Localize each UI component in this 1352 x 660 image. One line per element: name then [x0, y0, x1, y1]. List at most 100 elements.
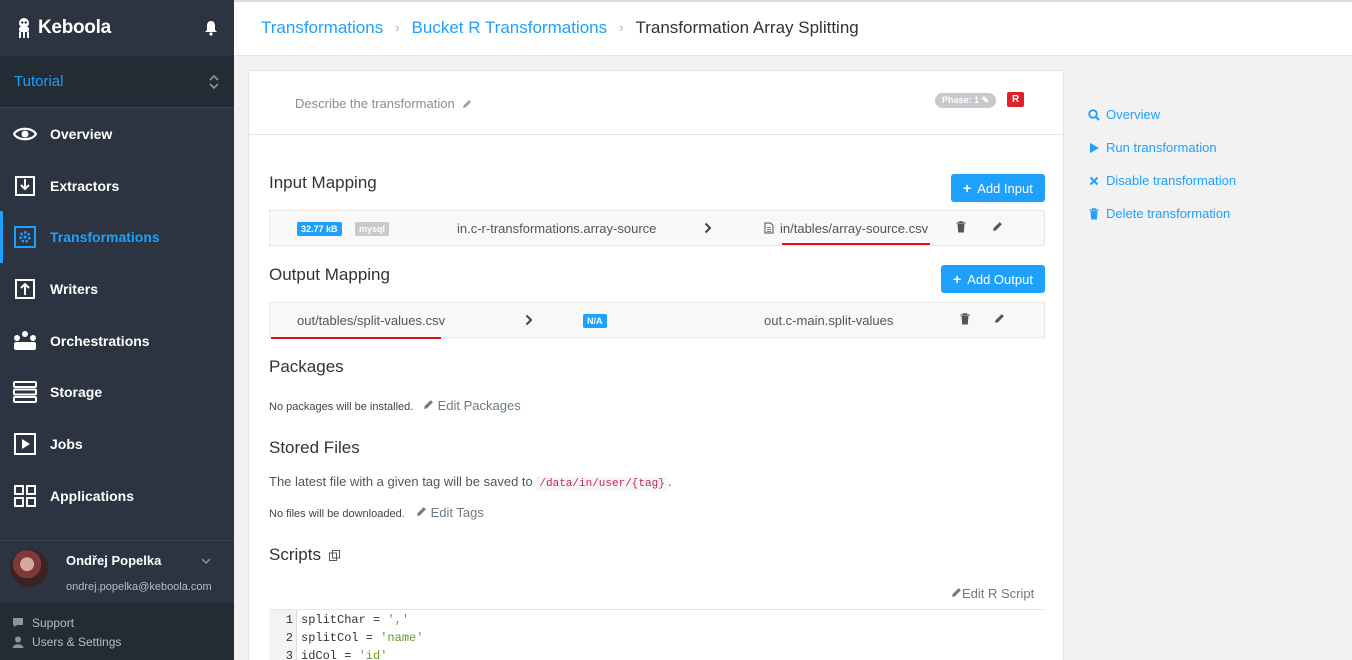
nav-item-transformations[interactable]: Transformations — [0, 211, 234, 263]
phase-badge[interactable]: Phase: 1 ✎ — [935, 93, 997, 108]
stored-files-desc-end: . — [667, 474, 672, 489]
input-mapping-row[interactable]: 32.77 kB mysql in.c-r-transformations.ar… — [269, 210, 1045, 246]
input-mapping-title: Input Mapping — [269, 173, 377, 192]
nav-item-writers[interactable]: Writers — [0, 263, 234, 315]
nav-item-overview[interactable]: Overview — [0, 108, 234, 160]
sidebar-footer: Support Users & Settings — [0, 603, 234, 660]
edit-r-script-label: Edit R Script — [962, 586, 1035, 601]
nav-item-jobs[interactable]: Jobs — [0, 418, 234, 470]
nav-label: Overview — [50, 125, 113, 142]
chevron-updown-icon — [209, 74, 219, 89]
packages-note: No packages will be installed. — [269, 401, 414, 413]
output-mapping-row[interactable]: out/tables/split-values.csv N/A out.c-ma… — [269, 302, 1045, 338]
pencil-icon[interactable] — [992, 221, 1003, 232]
upload-icon — [12, 276, 38, 302]
stored-files-path: /data/in/user/{tag} — [536, 477, 668, 491]
sidebar: Keboola Tutorial Overview Extractors Tra… — [0, 0, 234, 660]
add-output-button[interactable]: + Add Output — [941, 265, 1045, 293]
action-run-transformation[interactable]: Run transformation — [1088, 131, 1236, 164]
project-selector[interactable]: Tutorial — [0, 56, 234, 108]
scripts-title-text: Scripts — [269, 545, 321, 564]
files-note: No files will be downloaded. — [269, 508, 405, 520]
output-dest-table: out.c-main.split-values — [764, 313, 894, 328]
nav-item-extractors[interactable]: Extractors — [0, 160, 234, 212]
edit-packages-link[interactable]: Edit Packages — [423, 398, 521, 413]
nav-label: Jobs — [50, 435, 83, 452]
line-number: 3 — [285, 649, 293, 660]
play-icon — [12, 431, 38, 457]
action-overview[interactable]: Overview — [1088, 98, 1236, 131]
describe-transformation[interactable]: Describe the transformation — [295, 96, 472, 111]
code-line: 2 splitCol = 'name' — [269, 631, 424, 649]
extract-icon — [12, 173, 38, 199]
code-string: ',' — [387, 613, 410, 627]
stored-files-title: Stored Files — [269, 438, 360, 457]
code-text: splitCol = 'name' — [301, 631, 423, 649]
breadcrumb-transformations[interactable]: Transformations — [261, 18, 383, 38]
pencil-icon — [424, 400, 433, 409]
code-text: splitChar = ',' — [301, 613, 409, 631]
action-delete-transformation[interactable]: Delete transformation — [1088, 197, 1236, 230]
support-link[interactable]: Support — [12, 613, 222, 632]
nav-item-storage[interactable]: Storage — [0, 366, 234, 418]
edit-tags-link[interactable]: Edit Tags — [416, 505, 484, 520]
nav-label: Applications — [50, 487, 135, 504]
users-settings-link[interactable]: Users & Settings — [12, 632, 222, 651]
breadcrumb-bucket[interactable]: Bucket R Transformations — [412, 18, 608, 38]
user-email: ondrej.popelka@keboola.com — [66, 581, 212, 593]
action-disable-transformation[interactable]: Disable transformation — [1088, 164, 1236, 197]
add-input-button[interactable]: + Add Input — [951, 174, 1045, 202]
edit-r-script-link[interactable]: Edit R Script — [951, 586, 1034, 601]
nav-label: Transformations — [50, 229, 160, 246]
code-var: splitChar = — [301, 613, 388, 627]
avatar — [10, 549, 48, 587]
backend-type-badge: mysql — [355, 222, 390, 236]
packages-title: Packages — [269, 357, 344, 376]
project-name: Tutorial — [14, 73, 64, 90]
brand-name: Keboola — [38, 17, 111, 38]
line-number: 1 — [285, 613, 293, 627]
trash-icon[interactable] — [960, 313, 970, 325]
bell-icon[interactable] — [204, 20, 218, 36]
chat-icon — [13, 618, 23, 627]
chevron-right-icon — [525, 314, 533, 326]
nav-label: Writers — [50, 280, 98, 297]
search-icon — [1088, 108, 1100, 121]
nav-label: Orchestrations — [50, 332, 150, 349]
phase-label: Phase: 1 — [942, 95, 980, 105]
nav-label: Extractors — [50, 177, 120, 194]
storage-icon — [12, 379, 38, 405]
nav-item-orchestrations[interactable]: Orchestrations — [0, 315, 234, 367]
support-label: Support — [32, 615, 75, 630]
code-line: 3 idCol = 'id' — [269, 649, 388, 660]
action-label: Overview — [1106, 107, 1161, 122]
pencil-icon[interactable] — [994, 313, 1005, 324]
stored-files-desc-text: The latest file with a given tag will be… — [269, 474, 533, 489]
breadcrumb: Transformations › Bucket R Transformatio… — [234, 0, 1352, 56]
red-underline-annotation — [271, 337, 441, 339]
describe-label: Describe the transformation — [295, 96, 455, 111]
output-mapping-title: Output Mapping — [269, 265, 390, 284]
transformation-detail-card: Describe the transformation Phase: 1 ✎ R… — [248, 70, 1064, 660]
pencil-icon — [463, 100, 472, 108]
action-label: Run transformation — [1106, 140, 1217, 155]
trash-icon[interactable] — [956, 221, 966, 233]
line-number: 2 — [285, 631, 293, 645]
code-text: idCol = 'id' — [301, 649, 387, 660]
edit-tags-label: Edit Tags — [430, 505, 484, 520]
card-header: Describe the transformation Phase: 1 ✎ R — [249, 71, 1063, 135]
script-editor[interactable]: 1 splitChar = ',' 2 splitCol = 'name' 3 … — [269, 609, 1045, 660]
file-icon — [764, 222, 774, 234]
chevron-down-icon — [201, 558, 211, 565]
nav-item-applications[interactable]: Applications — [0, 470, 234, 522]
copy-icon[interactable] — [328, 550, 340, 561]
add-output-label: Add Output — [967, 271, 1033, 287]
user-menu[interactable]: Ondřej Popelka ondrej.popelka@keboola.co… — [0, 540, 234, 602]
gear-icon — [12, 224, 38, 250]
eye-icon — [12, 121, 38, 147]
output-source-file: out/tables/split-values.csv — [297, 313, 446, 328]
brand[interactable]: Keboola — [0, 0, 234, 56]
keboola-logo-icon — [19, 18, 29, 38]
code-var: splitCol = — [301, 631, 381, 645]
add-input-label: Add Input — [977, 180, 1033, 196]
